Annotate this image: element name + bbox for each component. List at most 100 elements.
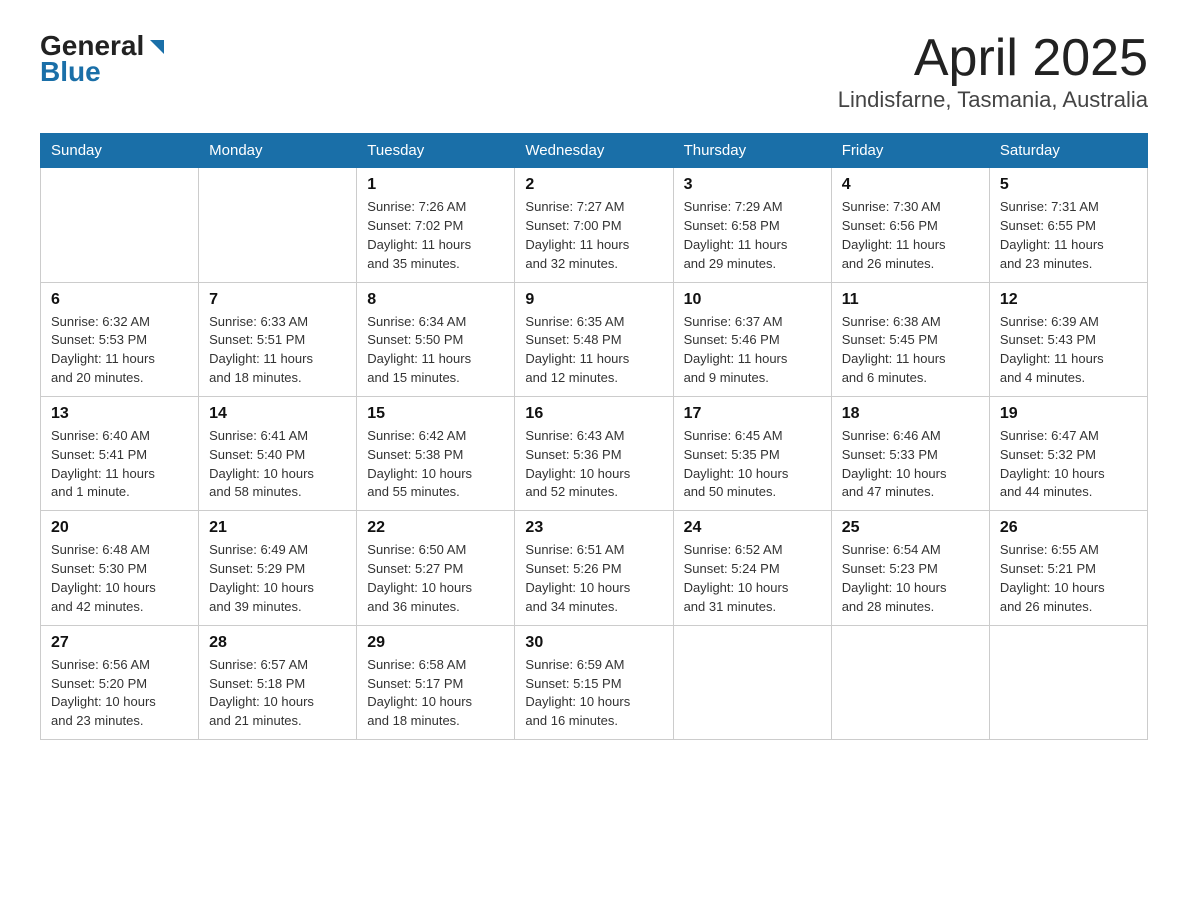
logo-blue: Blue: [40, 56, 168, 88]
weekday-header: Saturday: [989, 134, 1147, 168]
day-info: Sunrise: 6:48 AM Sunset: 5:30 PM Dayligh…: [51, 541, 188, 616]
calendar-cell: 19 Sunrise: 6:47 AM Sunset: 5:32 PM Dayli…: [989, 396, 1147, 510]
day-info: Sunrise: 6:56 AM Sunset: 5:20 PM Dayligh…: [51, 656, 188, 731]
day-info: Sunrise: 6:33 AM Sunset: 5:51 PM Dayligh…: [209, 313, 346, 388]
calendar-cell: 15Sunrise: 6:42 AM Sunset: 5:38 PM Dayli…: [357, 396, 515, 510]
page-subtitle: Lindisfarne, Tasmania, Australia: [838, 87, 1148, 113]
day-number: 2: [525, 176, 662, 194]
day-number: 1: [367, 176, 504, 194]
calendar-cell: 25Sunrise: 6:54 AM Sunset: 5:23 PM Dayli…: [831, 511, 989, 625]
calendar-cell: 26 Sunrise: 6:55 AM Sunset: 5:21 PM Dayli…: [989, 511, 1147, 625]
logo: General Blue: [40, 30, 168, 88]
calendar-header: SundayMondayTuesdayWednesdayThursdayFrid…: [41, 134, 1148, 168]
day-info: Sunrise: 6:45 AM Sunset: 5:35 PM Dayligh…: [684, 427, 821, 502]
day-number: 7: [209, 291, 346, 309]
day-number: 17: [684, 405, 821, 423]
day-info: Sunrise: 6:55 AM Sunset: 5:21 PM Dayligh…: [1000, 541, 1137, 616]
day-info: Sunrise: 6:42 AM Sunset: 5:38 PM Dayligh…: [367, 427, 504, 502]
day-number: 12: [1000, 291, 1137, 309]
calendar-cell: 18 Sunrise: 6:46 AM Sunset: 5:33 PM Dayli…: [831, 396, 989, 510]
day-info: Sunrise: 6:40 AM Sunset: 5:41 PM Dayligh…: [51, 427, 188, 502]
day-info: Sunrise: 6:34 AM Sunset: 5:50 PM Dayligh…: [367, 313, 504, 388]
calendar-cell: 5 Sunrise: 7:31 AM Sunset: 6:55 PM Daylig…: [989, 168, 1147, 282]
calendar-cell: [199, 168, 357, 282]
calendar-week-row: 6Sunrise: 6:32 AM Sunset: 5:53 PM Daylig…: [41, 282, 1148, 396]
day-number: 19: [1000, 405, 1137, 423]
title-block: April 2025 Lindisfarne, Tasmania, Austra…: [838, 30, 1148, 113]
calendar-cell: 22 Sunrise: 6:50 AM Sunset: 5:27 PM Dayli…: [357, 511, 515, 625]
day-info: Sunrise: 7:31 AM Sunset: 6:55 PM Dayligh…: [1000, 198, 1137, 273]
day-info: Sunrise: 6:52 AM Sunset: 5:24 PM Dayligh…: [684, 541, 821, 616]
day-number: 13: [51, 405, 188, 423]
calendar-table: SundayMondayTuesdayWednesdayThursdayFrid…: [40, 133, 1148, 740]
day-number: 14: [209, 405, 346, 423]
calendar-body: 1 Sunrise: 7:26 AM Sunset: 7:02 PM Daylig…: [41, 168, 1148, 740]
calendar-cell: 23Sunrise: 6:51 AM Sunset: 5:26 PM Dayli…: [515, 511, 673, 625]
page-title: April 2025: [838, 30, 1148, 87]
calendar-cell: 30 Sunrise: 6:59 AM Sunset: 5:15 PM Dayli…: [515, 625, 673, 739]
logo-triangle-icon: [146, 36, 168, 58]
calendar-cell: 28Sunrise: 6:57 AM Sunset: 5:18 PM Dayli…: [199, 625, 357, 739]
day-info: Sunrise: 6:38 AM Sunset: 5:45 PM Dayligh…: [842, 313, 979, 388]
weekday-header: Thursday: [673, 134, 831, 168]
day-info: Sunrise: 6:32 AM Sunset: 5:53 PM Dayligh…: [51, 313, 188, 388]
day-number: 22: [367, 519, 504, 537]
weekday-header: Monday: [199, 134, 357, 168]
calendar-cell: 10 Sunrise: 6:37 AM Sunset: 5:46 PM Dayli…: [673, 282, 831, 396]
calendar-cell: [41, 168, 199, 282]
calendar-cell: 9Sunrise: 6:35 AM Sunset: 5:48 PM Daylig…: [515, 282, 673, 396]
weekday-header: Wednesday: [515, 134, 673, 168]
calendar-cell: 4Sunrise: 7:30 AM Sunset: 6:56 PM Daylig…: [831, 168, 989, 282]
weekday-header: Tuesday: [357, 134, 515, 168]
day-number: 28: [209, 634, 346, 652]
calendar-cell: [989, 625, 1147, 739]
day-info: Sunrise: 6:47 AM Sunset: 5:32 PM Dayligh…: [1000, 427, 1137, 502]
day-info: Sunrise: 6:37 AM Sunset: 5:46 PM Dayligh…: [684, 313, 821, 388]
day-number: 30: [525, 634, 662, 652]
day-number: 23: [525, 519, 662, 537]
day-number: 4: [842, 176, 979, 194]
calendar-week-row: 20 Sunrise: 6:48 AM Sunset: 5:30 PM Dayli…: [41, 511, 1148, 625]
day-info: Sunrise: 7:27 AM Sunset: 7:00 PM Dayligh…: [525, 198, 662, 273]
day-number: 25: [842, 519, 979, 537]
day-info: Sunrise: 6:43 AM Sunset: 5:36 PM Dayligh…: [525, 427, 662, 502]
calendar-cell: 24Sunrise: 6:52 AM Sunset: 5:24 PM Dayli…: [673, 511, 831, 625]
calendar-cell: 16Sunrise: 6:43 AM Sunset: 5:36 PM Dayli…: [515, 396, 673, 510]
calendar-cell: 20 Sunrise: 6:48 AM Sunset: 5:30 PM Dayli…: [41, 511, 199, 625]
day-info: Sunrise: 6:50 AM Sunset: 5:27 PM Dayligh…: [367, 541, 504, 616]
day-info: Sunrise: 6:41 AM Sunset: 5:40 PM Dayligh…: [209, 427, 346, 502]
calendar-cell: [673, 625, 831, 739]
day-info: Sunrise: 7:26 AM Sunset: 7:02 PM Dayligh…: [367, 198, 504, 273]
calendar-week-row: 27 Sunrise: 6:56 AM Sunset: 5:20 PM Dayli…: [41, 625, 1148, 739]
day-info: Sunrise: 6:49 AM Sunset: 5:29 PM Dayligh…: [209, 541, 346, 616]
calendar-cell: 2 Sunrise: 7:27 AM Sunset: 7:00 PM Daylig…: [515, 168, 673, 282]
day-info: Sunrise: 6:46 AM Sunset: 5:33 PM Dayligh…: [842, 427, 979, 502]
calendar-cell: 17 Sunrise: 6:45 AM Sunset: 5:35 PM Dayli…: [673, 396, 831, 510]
day-number: 5: [1000, 176, 1137, 194]
day-info: Sunrise: 7:29 AM Sunset: 6:58 PM Dayligh…: [684, 198, 821, 273]
day-number: 3: [684, 176, 821, 194]
day-info: Sunrise: 6:58 AM Sunset: 5:17 PM Dayligh…: [367, 656, 504, 731]
day-info: Sunrise: 6:59 AM Sunset: 5:15 PM Dayligh…: [525, 656, 662, 731]
calendar-cell: 14 Sunrise: 6:41 AM Sunset: 5:40 PM Dayli…: [199, 396, 357, 510]
page-header: General Blue April 2025 Lindisfarne, Tas…: [40, 30, 1148, 113]
calendar-cell: 29 Sunrise: 6:58 AM Sunset: 5:17 PM Dayli…: [357, 625, 515, 739]
calendar-cell: [831, 625, 989, 739]
day-number: 18: [842, 405, 979, 423]
day-number: 20: [51, 519, 188, 537]
day-number: 26: [1000, 519, 1137, 537]
calendar-cell: 27 Sunrise: 6:56 AM Sunset: 5:20 PM Dayli…: [41, 625, 199, 739]
calendar-cell: 7 Sunrise: 6:33 AM Sunset: 5:51 PM Daylig…: [199, 282, 357, 396]
calendar-cell: 6Sunrise: 6:32 AM Sunset: 5:53 PM Daylig…: [41, 282, 199, 396]
calendar-cell: 21 Sunrise: 6:49 AM Sunset: 5:29 PM Dayli…: [199, 511, 357, 625]
calendar-cell: 3 Sunrise: 7:29 AM Sunset: 6:58 PM Daylig…: [673, 168, 831, 282]
day-number: 10: [684, 291, 821, 309]
calendar-cell: 13 Sunrise: 6:40 AM Sunset: 5:41 PM Dayli…: [41, 396, 199, 510]
calendar-cell: 8 Sunrise: 6:34 AM Sunset: 5:50 PM Daylig…: [357, 282, 515, 396]
day-number: 21: [209, 519, 346, 537]
day-number: 29: [367, 634, 504, 652]
calendar-week-row: 1 Sunrise: 7:26 AM Sunset: 7:02 PM Daylig…: [41, 168, 1148, 282]
day-number: 27: [51, 634, 188, 652]
calendar-week-row: 13 Sunrise: 6:40 AM Sunset: 5:41 PM Dayli…: [41, 396, 1148, 510]
day-number: 8: [367, 291, 504, 309]
